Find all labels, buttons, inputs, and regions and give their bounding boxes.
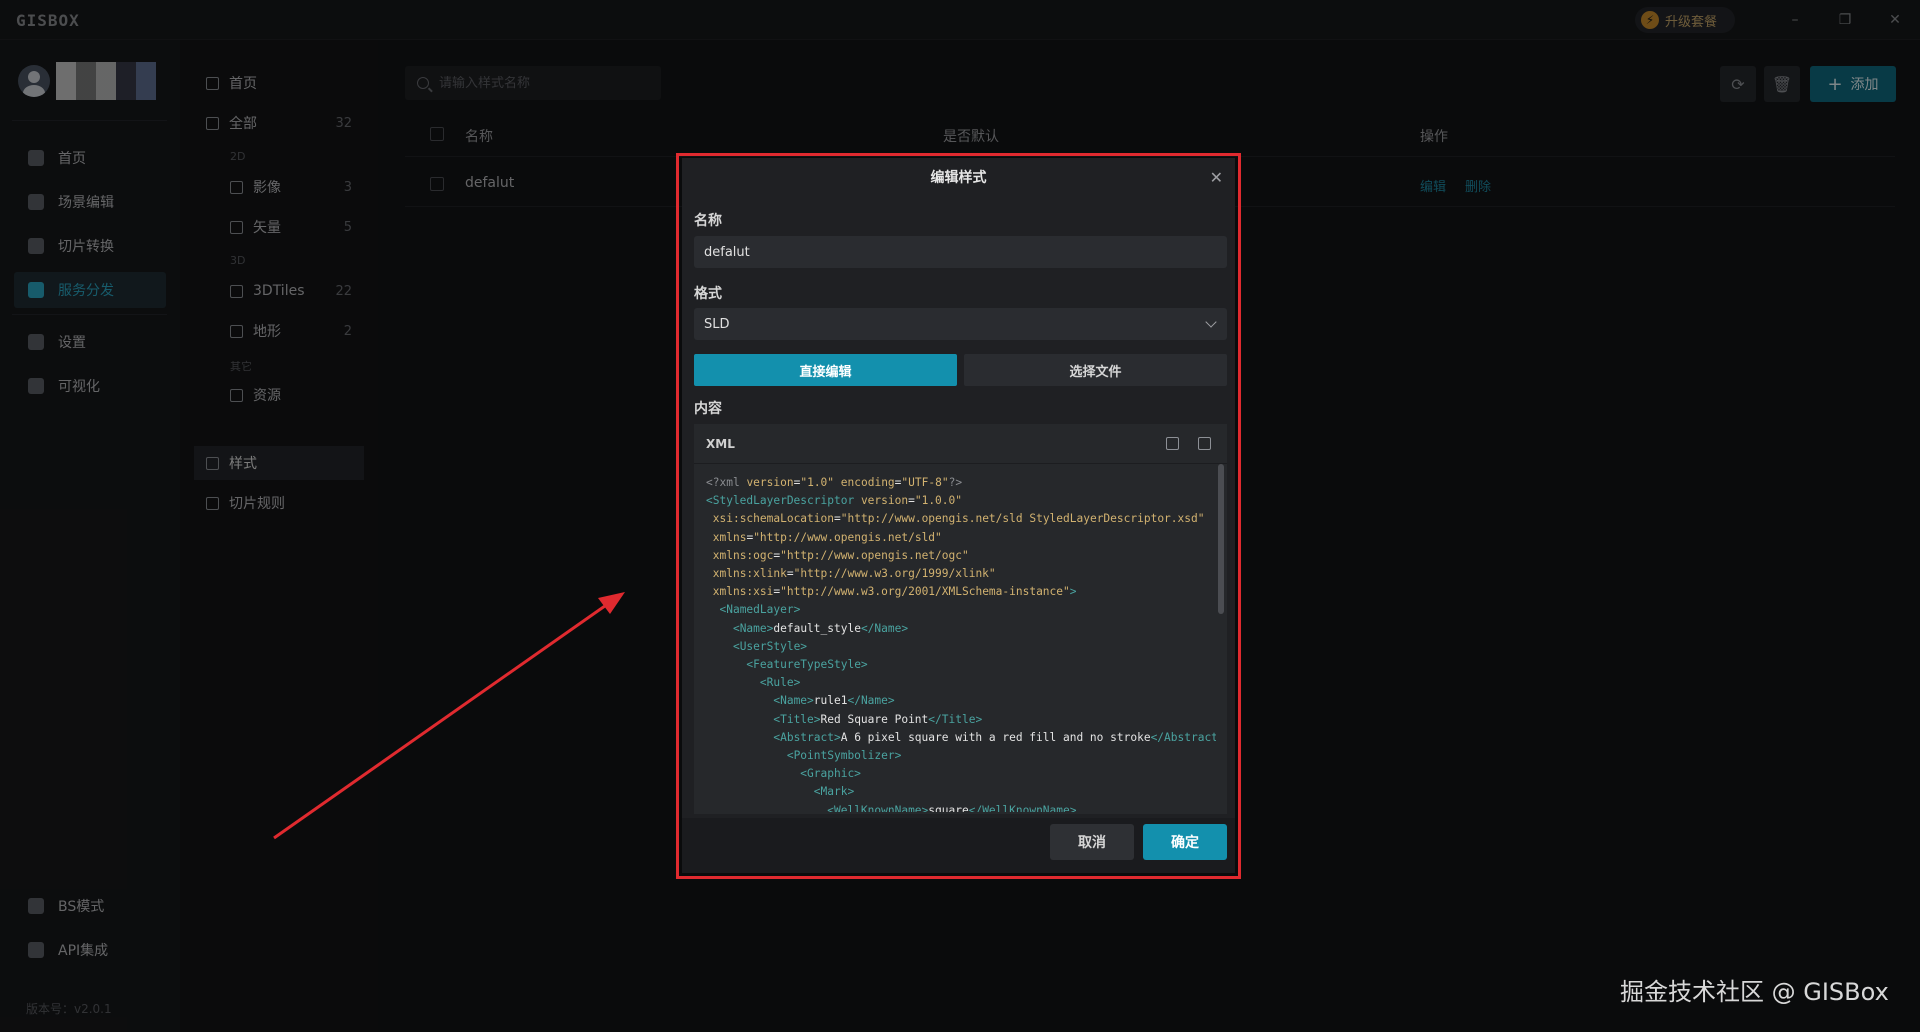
dialog-title: 编辑样式: [930, 170, 987, 186]
editor-scrollbar[interactable]: [1218, 464, 1224, 614]
clear-icon[interactable]: [1166, 437, 1179, 450]
format-label: 格式: [694, 286, 722, 302]
format-select[interactable]: SLD: [694, 308, 1227, 340]
format-value: SLD: [704, 316, 730, 332]
cancel-button[interactable]: 取消: [1050, 824, 1134, 860]
copy-icon[interactable]: [1198, 437, 1211, 450]
choose-file-tab[interactable]: 选择文件: [964, 354, 1227, 386]
editor-language: XML: [706, 436, 735, 451]
editor-header: XML: [694, 424, 1227, 464]
direct-edit-tab[interactable]: 直接编辑: [694, 354, 957, 386]
watermark: 掘金技术社区 @ GISBox: [1620, 978, 1889, 1006]
xml-editor[interactable]: XML <?xml version="1.0" encoding="UTF-8"…: [694, 424, 1227, 814]
chevron-down-icon: [1205, 316, 1217, 328]
edit-style-dialog: 编辑样式 ✕ 名称 defalut 格式 SLD 直接编辑 选择文件 内容 XM…: [682, 158, 1235, 873]
name-input[interactable]: defalut: [694, 236, 1227, 268]
name-label: 名称: [694, 213, 722, 229]
xml-code[interactable]: <?xml version="1.0" encoding="UTF-8"?> <…: [706, 474, 1216, 812]
confirm-button[interactable]: 确定: [1143, 824, 1227, 860]
close-icon[interactable]: ✕: [1210, 168, 1223, 187]
content-label: 内容: [694, 401, 722, 417]
